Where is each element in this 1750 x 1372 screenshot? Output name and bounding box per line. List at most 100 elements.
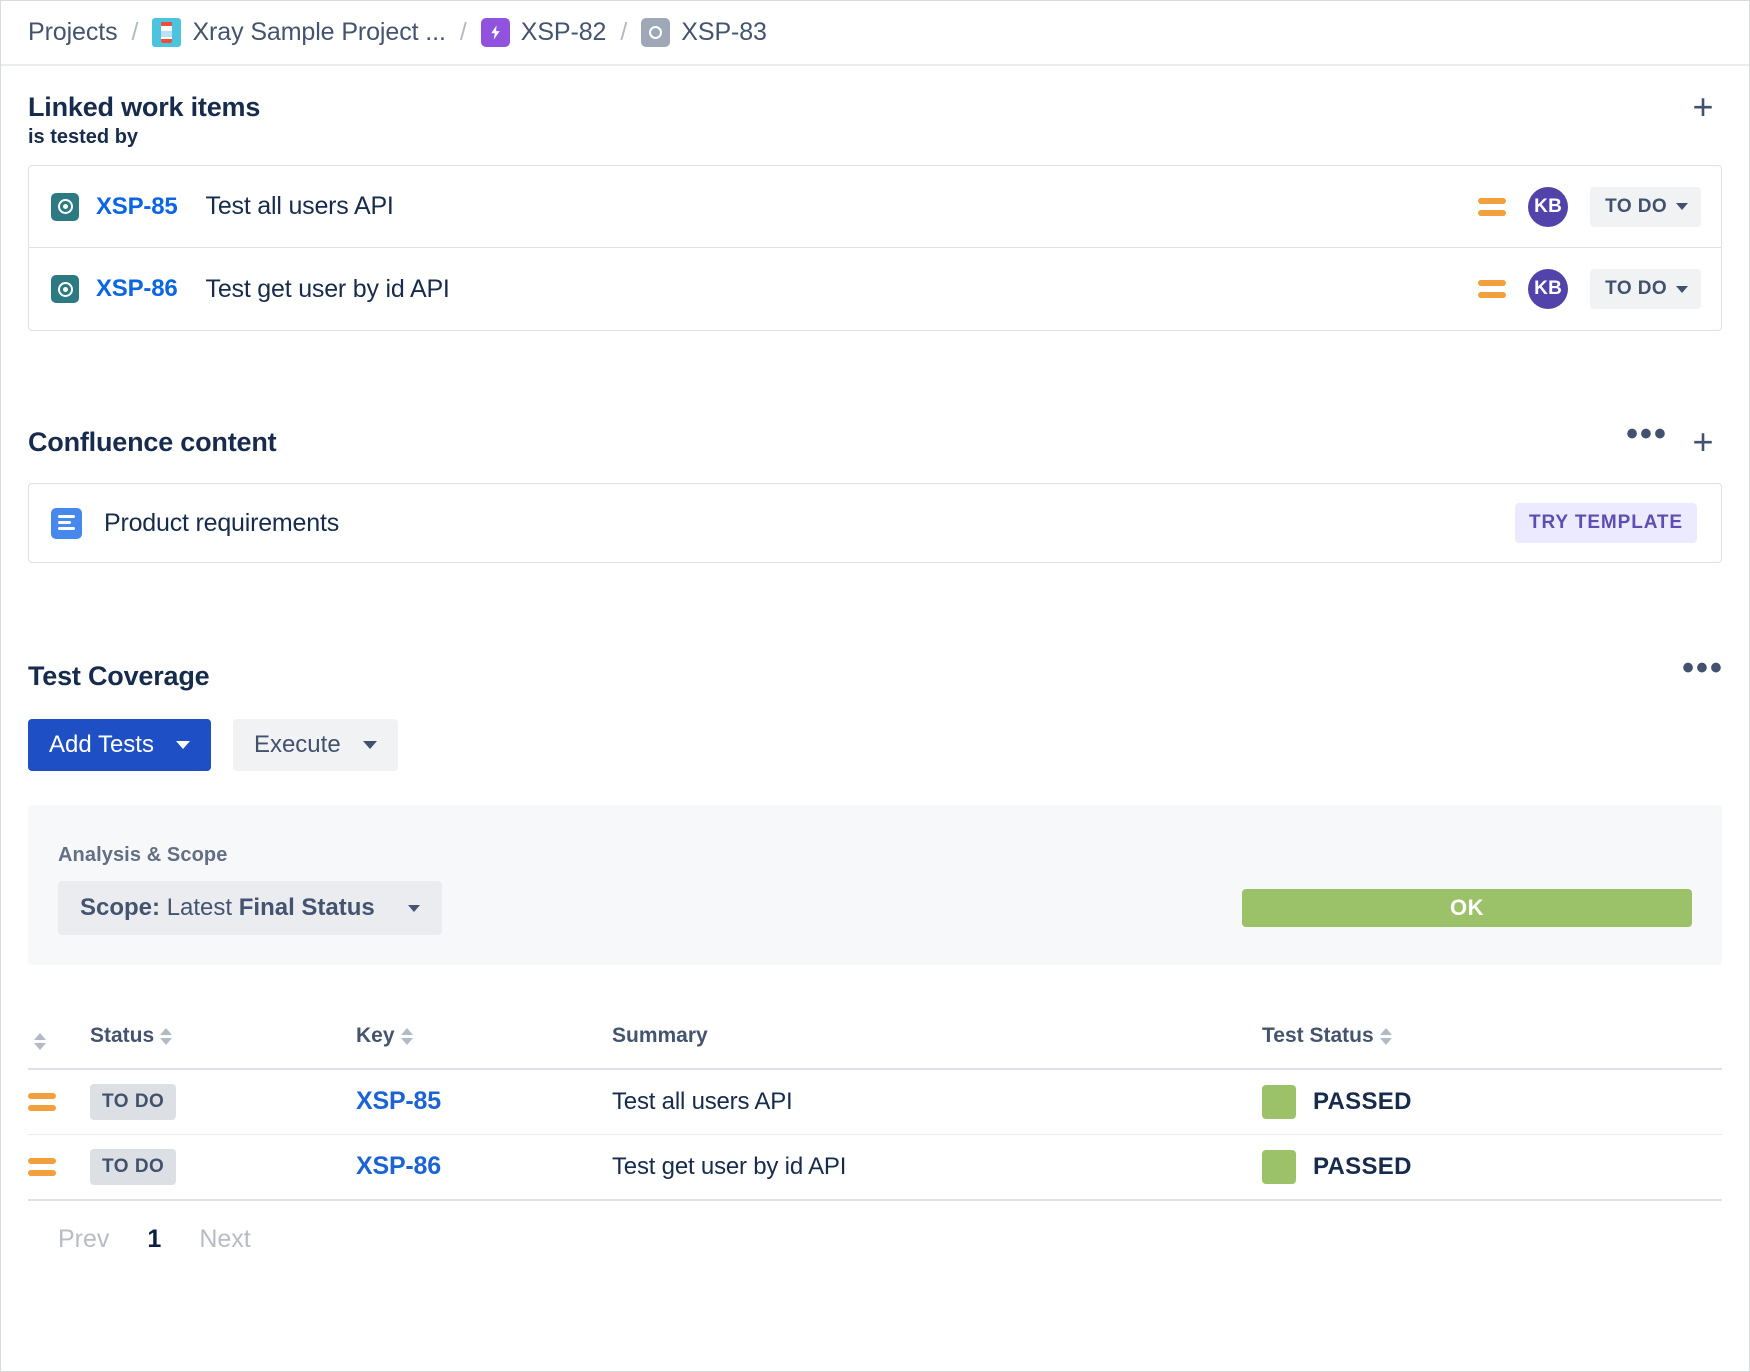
- test-teal-icon: [51, 192, 79, 221]
- linked-work-items-title: Linked work items: [28, 91, 261, 122]
- cell-key: XSP-86: [356, 1134, 612, 1201]
- execute-label: Execute: [253, 731, 341, 758]
- column-header-summary-label: Summary: [612, 1024, 708, 1048]
- pagination-page-1[interactable]: 1: [147, 1225, 161, 1254]
- confluence-actions: ••• +: [1626, 417, 1722, 461]
- chevron-down-icon: [362, 741, 377, 749]
- priority-medium-icon: [1478, 280, 1507, 298]
- confluence-header: Confluence content ••• +: [28, 417, 1722, 461]
- add-tests-button[interactable]: Add Tests: [28, 719, 211, 771]
- avatar[interactable]: KB: [1528, 186, 1569, 227]
- test-status-label: PASSED: [1313, 1152, 1412, 1180]
- test-status-swatch: [1262, 1084, 1296, 1119]
- linked-item-row[interactable]: XSP-86 Test get user by id API KB TO DO: [29, 248, 1721, 330]
- status-badge[interactable]: TO DO: [1590, 269, 1701, 309]
- cell-summary: Test get user by id API: [612, 1134, 1262, 1201]
- linked-work-items-header: Linked work items +: [28, 88, 1722, 126]
- table-row[interactable]: TO DO XSP-85 Test all users API PASSED: [28, 1068, 1722, 1135]
- confluence-more-button[interactable]: •••: [1626, 417, 1666, 461]
- test-coverage-more-button[interactable]: •••: [1682, 649, 1724, 695]
- table-row[interactable]: TO DO XSP-86 Test get user by id API PAS…: [28, 1134, 1722, 1201]
- confluence-title: Confluence content: [28, 426, 277, 457]
- scope-middle: Latest: [166, 894, 233, 921]
- breadcrumb-separator: /: [131, 17, 139, 46]
- linked-item-row[interactable]: XSP-85 Test all users API KB TO DO: [29, 166, 1721, 248]
- test-coverage-actions: •••: [1682, 649, 1724, 695]
- cell-key: XSP-85: [356, 1068, 612, 1135]
- sort-icon[interactable]: [34, 1032, 46, 1050]
- scope-prefix: Scope:: [80, 894, 161, 921]
- link-type-label: is tested by: [28, 126, 139, 148]
- test-key-link[interactable]: XSP-86: [356, 1152, 441, 1180]
- add-link-button[interactable]: +: [1684, 88, 1722, 126]
- linked-item-key[interactable]: XSP-85: [96, 193, 178, 221]
- breadcrumb-xsp82-label[interactable]: XSP-82: [521, 18, 607, 47]
- sort-icon[interactable]: [400, 1027, 413, 1045]
- test-coverage-section: Test Coverage ••• Add Tests Execute Anal…: [28, 649, 1724, 1254]
- test-summary: Test all users API: [612, 1087, 793, 1115]
- column-header-key[interactable]: Key: [356, 1023, 612, 1070]
- chevron-down-icon: [1676, 203, 1688, 210]
- linked-items-card: XSP-85 Test all users API KB TO DO XSP-8…: [28, 165, 1722, 331]
- breadcrumb-item-projects[interactable]: Projects: [28, 18, 118, 47]
- scope-dropdown[interactable]: Scope: Latest Final Status: [58, 881, 442, 935]
- test-teal-icon: [51, 275, 79, 303]
- confluence-item-title[interactable]: Product requirements: [104, 509, 339, 538]
- table-header: Status Key Summary Test Status: [28, 1023, 1722, 1070]
- pagination-next[interactable]: Next: [199, 1225, 250, 1254]
- app-page: Projects / Xray Sample Project ... / XSP…: [0, 0, 1750, 1372]
- breadcrumb-item-xsp82[interactable]: XSP-82: [480, 17, 607, 47]
- confluence-page-icon: [51, 507, 82, 539]
- test-status-label: PASSED: [1313, 1087, 1412, 1115]
- linked-item-summary: Test get user by id API: [205, 274, 450, 303]
- breadcrumb-separator-3: /: [620, 17, 628, 46]
- breadcrumb-item-xsp83[interactable]: XSP-83: [641, 17, 767, 47]
- column-header-summary[interactable]: Summary: [612, 1023, 1262, 1070]
- plus-icon: +: [1692, 421, 1714, 462]
- more-options-icon: •••: [1682, 649, 1724, 688]
- confluence-content-section: Confluence content ••• + Product require…: [28, 417, 1722, 563]
- column-header-priority[interactable]: [28, 1023, 90, 1070]
- add-tests-label: Add Tests: [49, 731, 154, 758]
- cell-priority: [28, 1134, 90, 1201]
- sort-icon[interactable]: [1379, 1027, 1392, 1045]
- breadcrumb-projects-label[interactable]: Projects: [28, 18, 118, 47]
- chevron-down-icon: [1676, 285, 1688, 293]
- epic-bolt-icon: [480, 17, 510, 47]
- cell-summary: Test all users API: [612, 1068, 1262, 1135]
- add-confluence-button[interactable]: +: [1684, 423, 1722, 461]
- cell-priority: [28, 1068, 90, 1135]
- test-key-link[interactable]: XSP-85: [356, 1087, 441, 1115]
- status-badge[interactable]: TO DO: [1590, 186, 1701, 227]
- avatar[interactable]: KB: [1528, 269, 1569, 309]
- linked-work-items-section: Linked work items + is tested by XSP-85 …: [28, 88, 1722, 331]
- status-badge: TO DO: [90, 1083, 177, 1120]
- test-summary: Test get user by id API: [612, 1152, 847, 1180]
- plus-icon: +: [1692, 86, 1714, 127]
- linked-item-summary: Test all users API: [205, 192, 394, 220]
- try-template-badge[interactable]: TRY TEMPLATE: [1514, 503, 1697, 543]
- column-header-status[interactable]: Status: [90, 1023, 356, 1070]
- column-header-status-label: Status: [90, 1024, 155, 1048]
- execute-button[interactable]: Execute: [232, 719, 398, 771]
- sort-icon[interactable]: [160, 1027, 173, 1045]
- confluence-item-row[interactable]: Product requirements TRY TEMPLATE: [28, 483, 1722, 563]
- test-coverage-table: Status Key Summary Test Status TO DO XSP…: [28, 1023, 1722, 1201]
- breadcrumb-project-label[interactable]: Xray Sample Project ...: [192, 18, 445, 47]
- linked-item-key[interactable]: XSP-86: [96, 275, 178, 303]
- breadcrumb: Projects / Xray Sample Project ... / XSP…: [0, 0, 1750, 66]
- analysis-left: Analysis & Scope Scope: Latest Final Sta…: [58, 844, 442, 935]
- test-coverage-toolbar: Add Tests Execute: [28, 719, 1722, 771]
- column-header-key-label: Key: [356, 1024, 395, 1048]
- project-avatar-icon: [152, 17, 182, 47]
- pagination-prev[interactable]: Prev: [58, 1225, 109, 1254]
- breadcrumb-separator-2: /: [459, 17, 467, 46]
- priority-medium-icon: [28, 1157, 56, 1176]
- breadcrumb-xsp83-label: XSP-83: [681, 17, 767, 46]
- test-coverage-title: Test Coverage: [28, 660, 210, 691]
- column-header-test-status-label: Test Status: [1262, 1024, 1374, 1048]
- column-header-test-status[interactable]: Test Status: [1262, 1023, 1722, 1070]
- breadcrumb-item-project[interactable]: Xray Sample Project ...: [152, 17, 446, 47]
- table-body: TO DO XSP-85 Test all users API PASSED T…: [28, 1068, 1722, 1201]
- test-coverage-header: Test Coverage •••: [28, 649, 1724, 695]
